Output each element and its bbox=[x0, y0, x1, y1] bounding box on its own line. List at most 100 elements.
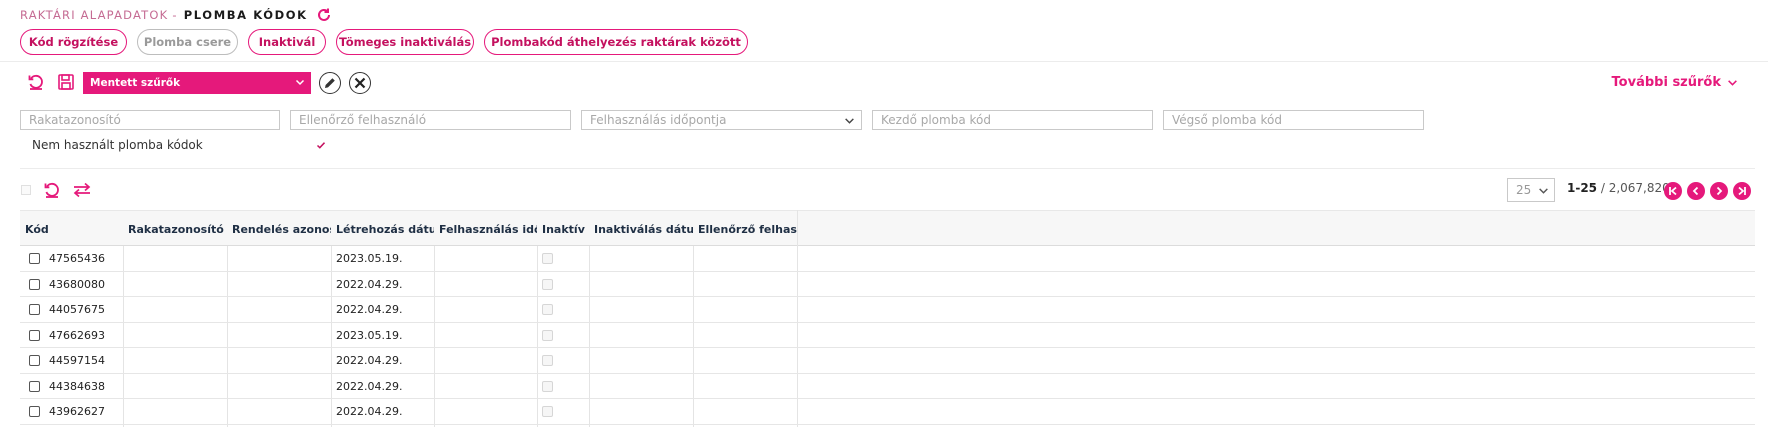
breadcrumb-separator: - bbox=[172, 8, 178, 22]
prev-page-icon bbox=[1692, 186, 1699, 196]
table-row[interactable]: 47662693 2023.05.19. bbox=[20, 323, 1755, 348]
page-title: PLOMBA KÓDOK bbox=[183, 8, 308, 22]
row-checkbox[interactable] bbox=[29, 380, 40, 392]
row-checkbox[interactable] bbox=[29, 253, 40, 264]
inactive-checkbox bbox=[542, 380, 553, 392]
edit-filter-button[interactable] bbox=[319, 72, 341, 94]
cell-code: 43962627 bbox=[20, 399, 123, 424]
move-seal-code-button[interactable]: Plombakód áthelyezés raktárak között bbox=[484, 29, 748, 55]
save-icon bbox=[58, 74, 74, 90]
cell-warehouse bbox=[123, 323, 227, 348]
code-value: 47662693 bbox=[49, 328, 105, 342]
cell-inactive bbox=[537, 399, 589, 424]
cell-used bbox=[434, 246, 537, 271]
reset-filters-button[interactable] bbox=[26, 72, 46, 92]
row-checkbox[interactable] bbox=[29, 278, 40, 290]
page-size-select[interactable]: 25 bbox=[1507, 178, 1555, 202]
swap-columns-button[interactable] bbox=[72, 180, 92, 200]
pencil-icon bbox=[325, 78, 335, 88]
start-code-filter[interactable] bbox=[872, 110, 1153, 130]
checkmark-icon[interactable] bbox=[316, 140, 326, 150]
row-checkbox[interactable] bbox=[29, 329, 40, 341]
column-header-order[interactable]: Rendelés azonosító bbox=[227, 211, 331, 247]
cell-inactivated bbox=[589, 272, 693, 297]
cell-used bbox=[434, 297, 537, 322]
cell-created: 2022.04.29. bbox=[336, 379, 403, 393]
cell-created: 2022.04.29. bbox=[336, 303, 403, 316]
cell-checker bbox=[693, 399, 797, 424]
cell-warehouse bbox=[123, 348, 227, 373]
next-page-button[interactable] bbox=[1710, 182, 1728, 200]
table-row[interactable]: 44384638 2022.04.29. bbox=[20, 374, 1755, 399]
column-header-warehouse[interactable]: Rakatazonosító bbox=[123, 211, 227, 247]
cell-used bbox=[434, 399, 537, 424]
cell-inactive bbox=[537, 272, 589, 297]
cell-warehouse bbox=[123, 246, 227, 271]
column-header-inactivated[interactable]: Inaktiválás dátuma bbox=[589, 211, 693, 247]
saved-filters-select[interactable]: Mentett szűrők bbox=[83, 72, 311, 94]
column-header-created[interactable]: Létrehozás dátuma bbox=[331, 211, 434, 247]
column-header-code[interactable]: Kód bbox=[20, 211, 123, 247]
cell-created: 2023.05.19. bbox=[336, 252, 403, 265]
first-page-button[interactable] bbox=[1664, 182, 1682, 200]
select-all-checkbox[interactable] bbox=[21, 185, 31, 195]
pagination-separator: / bbox=[1597, 181, 1609, 195]
refresh-icon[interactable] bbox=[316, 7, 332, 23]
row-checkbox[interactable] bbox=[29, 355, 40, 366]
usage-time-filter[interactable]: Felhasználás időpontja bbox=[581, 110, 862, 130]
row-checkbox[interactable] bbox=[29, 406, 40, 417]
cell-warehouse bbox=[123, 374, 227, 399]
seal-replace-button[interactable]: Plomba csere bbox=[137, 29, 238, 55]
column-header-checker[interactable]: Ellenőrző felhasználó bbox=[693, 211, 797, 247]
prev-page-button[interactable] bbox=[1687, 182, 1705, 200]
first-page-icon bbox=[1669, 186, 1677, 196]
cell-order bbox=[227, 399, 331, 424]
column-header-inactive[interactable]: Inaktív bbox=[537, 211, 589, 247]
unused-codes-label: Nem használt plomba kódok bbox=[32, 138, 203, 152]
cell-checker bbox=[693, 246, 797, 271]
cell-used bbox=[434, 348, 537, 373]
pagination-info: 1-25 / 2,067,820 bbox=[1567, 181, 1670, 195]
inactive-checkbox bbox=[542, 278, 553, 290]
record-code-button[interactable]: Kód rögzítése bbox=[20, 29, 127, 55]
table-row[interactable]: 44057675 2022.04.29. bbox=[20, 297, 1755, 323]
inactive-checkbox bbox=[542, 355, 553, 366]
more-filters-toggle[interactable]: További szűrők bbox=[1612, 73, 1738, 91]
saved-filters-value: Mentett szűrők bbox=[90, 77, 181, 89]
last-page-button[interactable] bbox=[1733, 182, 1751, 200]
row-checkbox[interactable] bbox=[29, 304, 40, 315]
cell-warehouse bbox=[123, 297, 227, 322]
inactive-checkbox bbox=[542, 253, 553, 264]
refresh-table-button[interactable] bbox=[42, 180, 62, 200]
table-row[interactable]: 43680080 2022.04.29. bbox=[20, 272, 1755, 297]
bulk-inactivate-button[interactable]: Tömeges inaktiválás bbox=[336, 29, 474, 55]
cell-order bbox=[227, 348, 331, 373]
table-row[interactable]: 43962627 2022.04.29. bbox=[20, 399, 1755, 425]
end-code-filter[interactable] bbox=[1163, 110, 1424, 130]
inactivate-button[interactable]: Inaktivál bbox=[248, 29, 326, 55]
column-header-used[interactable]: Felhasználás időpontja bbox=[434, 211, 537, 247]
cell-code: 47565436 bbox=[20, 246, 123, 271]
cell-checker bbox=[693, 297, 797, 322]
delete-filter-button[interactable] bbox=[349, 72, 371, 94]
cell-order bbox=[227, 246, 331, 271]
chevron-down-icon bbox=[1539, 188, 1548, 194]
cell-created: 2023.05.19. bbox=[336, 328, 403, 342]
more-filters-label: További szűrők bbox=[1611, 74, 1721, 90]
close-icon bbox=[354, 77, 366, 89]
next-page-icon bbox=[1716, 186, 1723, 196]
pagination-total: 2,067,820 bbox=[1608, 181, 1670, 195]
cell-code: 44057675 bbox=[20, 297, 123, 322]
cell-created: 2022.04.29. bbox=[336, 405, 403, 418]
breadcrumb-parent[interactable]: RAKTÁRI ALAPADATOK bbox=[20, 8, 168, 22]
table-row[interactable]: 44597154 2022.04.29. bbox=[20, 348, 1755, 374]
checker-user-filter[interactable] bbox=[290, 110, 571, 130]
reset-icon bbox=[44, 182, 59, 198]
warehouse-id-filter[interactable] bbox=[20, 110, 280, 130]
divider bbox=[0, 61, 1768, 62]
table-row[interactable]: 47565436 2023.05.19. bbox=[20, 246, 1755, 272]
cell-used bbox=[434, 272, 537, 297]
save-filter-button[interactable] bbox=[56, 72, 76, 92]
divider bbox=[20, 168, 1755, 169]
chevron-down-icon bbox=[845, 118, 854, 124]
